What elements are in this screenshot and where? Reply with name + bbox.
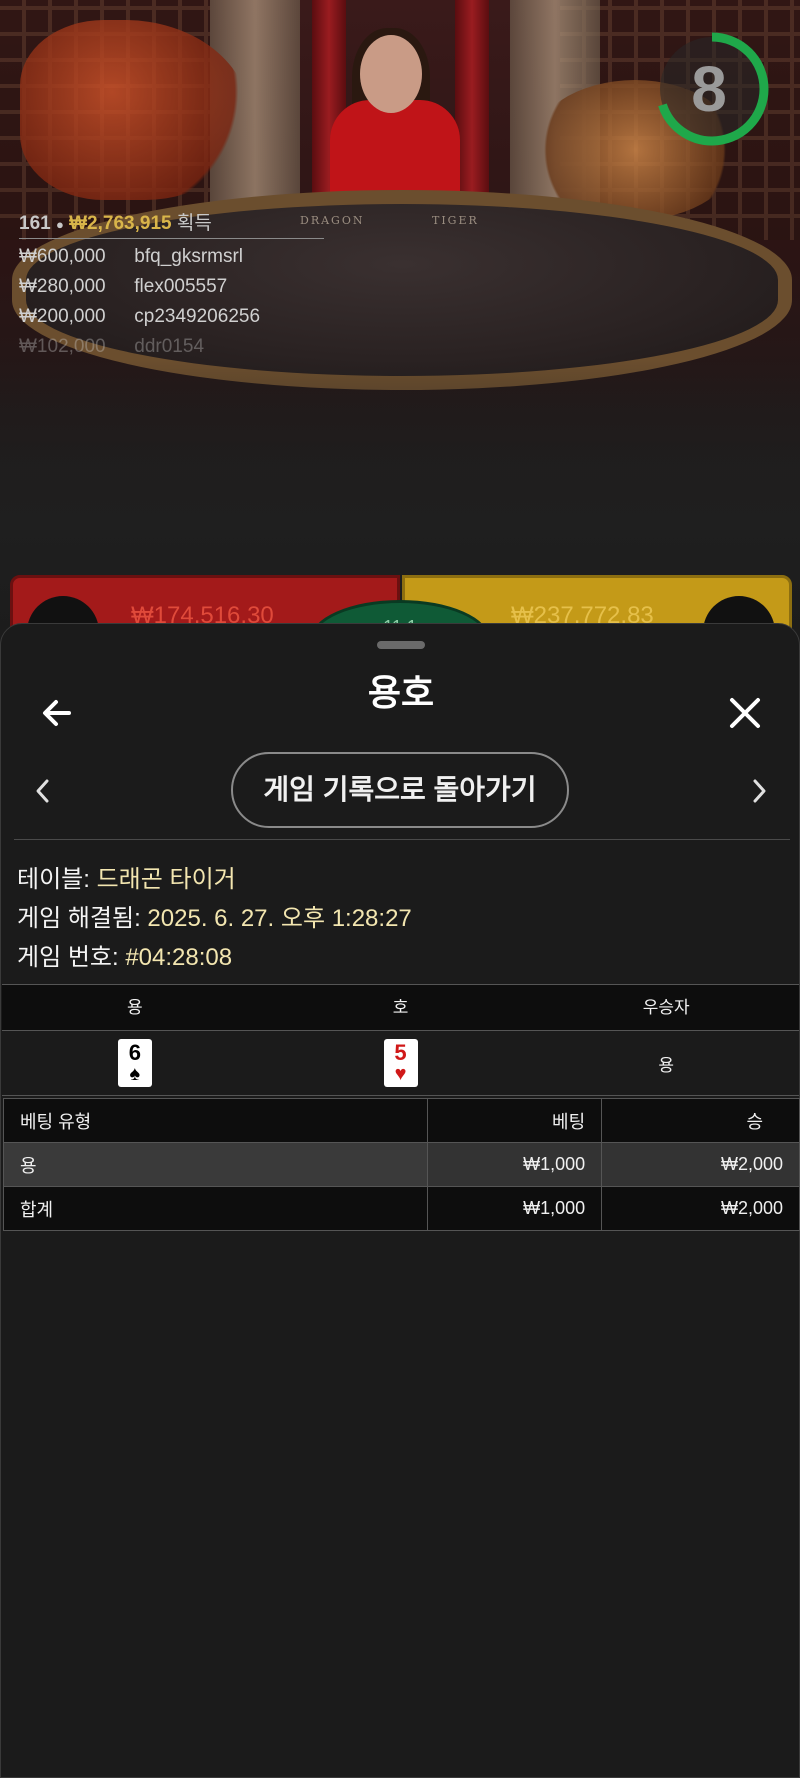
tiger-card-cell: 5 ♥ (268, 1039, 534, 1087)
bet-type: 용 (2, 1142, 429, 1187)
dragon-card-cell: 6 ♠ (2, 1039, 268, 1087)
bets-header-bet: 베팅 (427, 1098, 603, 1143)
winners-total: ₩2,763,915 (69, 213, 172, 234)
sheet-drag-handle[interactable] (377, 641, 425, 649)
info-resolved: 게임 해결됨: 2025. 6. 27. 오후 1:28:27 (17, 898, 412, 933)
winners-count: 161 (19, 213, 51, 234)
chevron-left-icon (36, 779, 49, 803)
info-round-label: 게임 번호: (17, 944, 119, 971)
info-resolved-label: 게임 해결됨: (17, 905, 141, 932)
info-round-value: #04:28:08 (125, 944, 233, 971)
chevron-right-icon (753, 779, 766, 803)
result-header-tiger: 호 (392, 998, 409, 1017)
winner-username: bfq_gksrmsrl (134, 246, 244, 267)
info-resolved-value: 2025. 6. 27. 오후 1:28:27 (147, 905, 412, 932)
countdown-timer-value: 8 (691, 53, 727, 125)
next-game-button[interactable] (733, 765, 785, 817)
bet-amount: ₩1,000 (427, 1142, 603, 1187)
result-header-row: 용 호 우승자 (2, 984, 799, 1030)
winner-amount: ₩280,000 (19, 276, 106, 297)
info-table: 테이블: 드래곤 타이거 (17, 859, 236, 894)
info-round: 게임 번호: #04:28:08 (17, 937, 232, 972)
winners-summary: 161 ● ₩2,763,915 획득 (19, 208, 212, 235)
result-header-winner: 우승자 (642, 998, 690, 1017)
winner-amount: ₩200,000 (19, 306, 106, 327)
pillar-right (455, 0, 489, 200)
sheet-title: 용호 (367, 672, 435, 713)
bets-header-row: 베팅 유형 베팅 승 (2, 1098, 800, 1143)
total-label: 합계 (2, 1186, 429, 1231)
total-win: ₩2,000 (601, 1186, 800, 1231)
winner-username: ddr0154 (134, 336, 205, 357)
total-bet: ₩1,000 (427, 1186, 603, 1231)
dragon-playing-card: 6 ♠ (117, 1039, 152, 1087)
close-icon (730, 698, 760, 728)
winner-row: ₩102,000 ddr0154 (19, 336, 204, 358)
info-table-label: 테이블: (17, 866, 90, 893)
dragon-card-rank: 6 (128, 1040, 141, 1065)
winner-row: ₩600,000 bfq_gksrmsrl (19, 246, 243, 268)
winners-divider (19, 238, 324, 239)
tiger-card-rank: 5 (394, 1040, 407, 1065)
result-header-dragon: 용 (127, 998, 143, 1017)
winner-row: ₩280,000 flex005557 (19, 276, 227, 298)
game-detail-sheet: 용호 게임 기록으로 돌아가기 테이블: 드래곤 타이거 게임 해결됨: 202… (0, 623, 800, 1778)
winner-username: flex005557 (134, 276, 228, 297)
bets-header-type: 베팅 유형 (2, 1098, 429, 1143)
sheet-divider (14, 839, 790, 840)
heart-icon: ♥ (394, 1063, 407, 1085)
bets-total-row: 합계 ₩1,000 ₩2,000 (2, 1186, 800, 1231)
table-label-tiger: TIGER (432, 214, 479, 227)
back-to-history-button[interactable]: 게임 기록으로 돌아가기 (231, 752, 569, 828)
dealer-face (360, 35, 422, 113)
bet-win: ₩2,000 (601, 1142, 800, 1187)
tiger-playing-card: 5 ♥ (383, 1039, 418, 1087)
spade-icon: ♠ (129, 1063, 141, 1085)
info-table-value: 드래곤 타이거 (96, 866, 236, 893)
bets-table: 베팅 유형 베팅 승 용 ₩1,000 ₩2,000 합계 ₩1,000 ₩2,… (2, 1098, 800, 1231)
table-row: 용 ₩1,000 ₩2,000 (2, 1142, 800, 1187)
winner-amount: ₩102,000 (19, 336, 106, 357)
previous-game-button[interactable] (17, 765, 69, 817)
bets-header-win: 승 (601, 1098, 800, 1143)
person-icon: ● (55, 217, 64, 232)
winner-amount: ₩600,000 (19, 246, 106, 267)
winner-username: cp2349206256 (134, 306, 261, 327)
result-winner: 용 (658, 1055, 674, 1075)
winners-label: 획득 (176, 213, 212, 234)
table-label-dragon: DRAGON (300, 214, 365, 227)
winner-row: ₩200,000 cp2349206256 (19, 306, 260, 328)
result-row: 6 ♠ 5 ♥ 용 (2, 1030, 799, 1096)
close-button[interactable] (719, 687, 771, 739)
